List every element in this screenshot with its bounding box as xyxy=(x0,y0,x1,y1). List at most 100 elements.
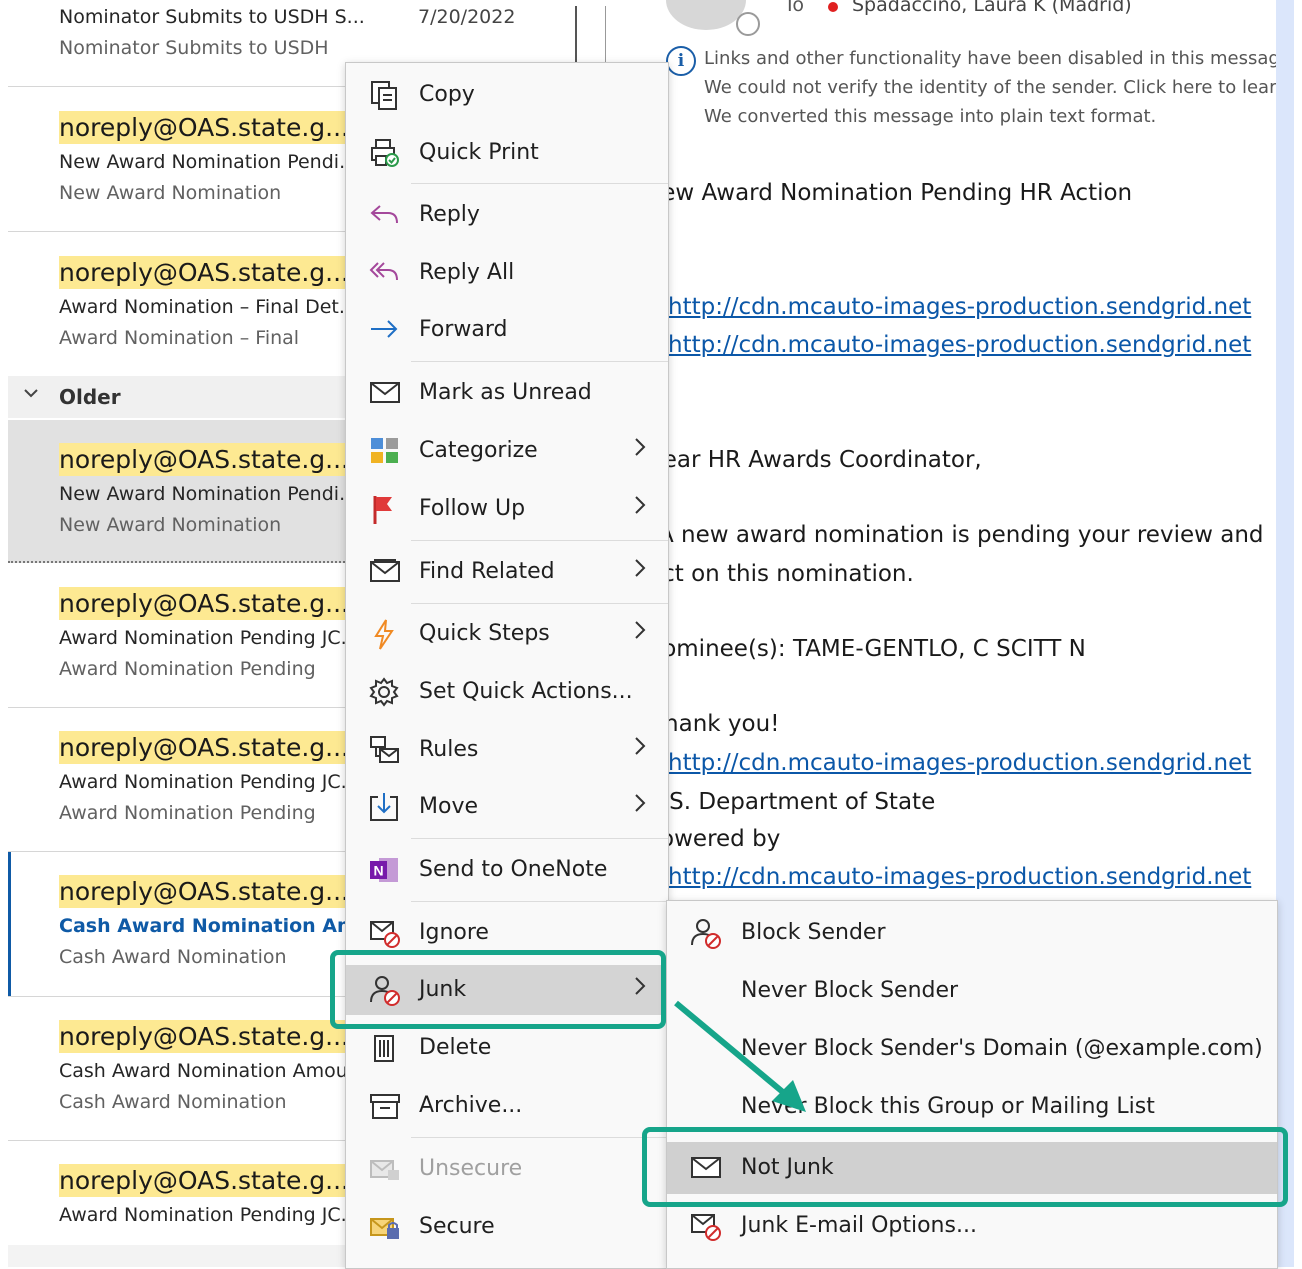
menu-item-label: Categorize xyxy=(419,438,538,463)
menu-item-unsecure: Unsecure xyxy=(346,1144,668,1194)
message-link[interactable]: http://cdn.mcauto-images-production.send… xyxy=(668,750,1251,776)
message-item[interactable]: noreply@OAS.state.g... Cash Award Nomina… xyxy=(0,998,350,1140)
message-sender: noreply@OAS.state.g... xyxy=(59,111,350,144)
message-item[interactable]: noreply@OAS.state.g... Award Nomination … xyxy=(0,1142,345,1245)
chevron-right-icon xyxy=(634,436,646,464)
body-text: act on this nomination. xyxy=(648,561,914,587)
message-preview: Award Nomination Pending xyxy=(59,802,316,824)
submenu-item-label: Never Block this Group or Mailing List xyxy=(741,1094,1155,1119)
message-date: 7/20/2022 xyxy=(418,6,516,28)
envelope-icon xyxy=(368,377,402,409)
menu-item-copy[interactable]: Copy xyxy=(346,70,668,120)
menu-item-label: Reply xyxy=(419,202,480,227)
group-header-older[interactable]: Older xyxy=(8,376,345,418)
trash-icon xyxy=(368,1032,402,1064)
menu-item-label: Secure xyxy=(419,1214,495,1239)
message-sender: noreply@OAS.state.g... xyxy=(59,731,350,764)
menu-separator xyxy=(411,1137,668,1138)
reply-icon xyxy=(368,199,402,231)
info-line[interactable]: We could not verify the identity of the … xyxy=(704,77,1280,98)
submenu-item-never-block-group[interactable]: Never Block this Group or Mailing List xyxy=(667,1081,1277,1133)
message-item[interactable]: noreply@OAS.state.g... Award Nomination … xyxy=(0,565,350,707)
menu-item-find-related[interactable]: Find Related xyxy=(346,547,668,597)
menu-item-label: Archive... xyxy=(419,1093,523,1118)
menu-item-quick-steps[interactable]: Quick Steps xyxy=(346,609,668,659)
message-link[interactable]: http://cdn.mcauto-images-production.send… xyxy=(668,864,1251,890)
context-menu: Copy Quick Print Reply Reply All Forward… xyxy=(345,62,669,1269)
menu-item-label: Quick Print xyxy=(419,140,539,165)
menu-item-delete[interactable]: Delete xyxy=(346,1023,668,1073)
message-item[interactable]: noreply@OAS.state.g... New Award Nominat… xyxy=(0,420,350,561)
message-sender: noreply@OAS.state.g... xyxy=(59,1020,350,1053)
menu-item-secure[interactable]: Secure xyxy=(346,1202,668,1252)
highlight-box-not-junk xyxy=(642,1127,1288,1207)
message-item[interactable]: noreply@OAS.state.g... New Award Nominat… xyxy=(0,88,350,230)
menu-item-forward[interactable]: Forward xyxy=(346,305,668,355)
submenu-item-block-sender[interactable]: Block Sender xyxy=(667,907,1277,959)
menu-item-quick-print[interactable]: Quick Print xyxy=(346,128,668,178)
menu-item-label: Mark as Unread xyxy=(419,380,592,405)
message-sender: Nominator Submits to USDH S... xyxy=(59,6,365,28)
menu-item-set-quick-actions[interactable]: Set Quick Actions... xyxy=(346,667,668,717)
department-text: U.S. Department of State xyxy=(645,789,936,815)
unsecure-icon xyxy=(368,1153,402,1185)
menu-item-send-to-onenote[interactable]: N Send to OneNote xyxy=(346,845,668,895)
block-sender-icon xyxy=(689,917,723,949)
message-sender: noreply@OAS.state.g... xyxy=(59,587,350,620)
message-preview: New Award Nomination xyxy=(59,182,282,204)
divider xyxy=(8,996,345,997)
menu-item-reply[interactable]: Reply xyxy=(346,190,668,240)
quick-print-icon xyxy=(368,137,402,169)
chevron-right-icon xyxy=(634,619,646,647)
group-label: Older xyxy=(59,385,121,409)
submenu-item-label: Block Sender xyxy=(741,920,886,945)
submenu-item-label: Never Block Sender xyxy=(741,978,959,1003)
menu-item-label: Unsecure xyxy=(419,1156,523,1181)
message-link[interactable]: http://cdn.mcauto-images-production.send… xyxy=(668,332,1251,358)
message-sender: noreply@OAS.state.g... xyxy=(59,443,350,476)
menu-item-reply-all[interactable]: Reply All xyxy=(346,248,668,298)
message-preview: Nominator Submits to USDH xyxy=(59,37,329,59)
column-divider xyxy=(575,6,577,66)
message-item[interactable]: noreply@OAS.state.g... Cash Award Nomina… xyxy=(0,853,350,995)
ignore-icon xyxy=(368,917,402,949)
divider xyxy=(8,231,345,232)
menu-item-move[interactable]: Move xyxy=(346,782,668,832)
menu-item-follow-up[interactable]: Follow Up xyxy=(346,484,668,534)
submenu-item-never-block-domain[interactable]: Never Block Sender's Domain (@example.co… xyxy=(667,1023,1277,1075)
forward-icon xyxy=(368,314,402,346)
message-preview: Award Nomination – Final xyxy=(59,327,300,349)
menu-item-label: Quick Steps xyxy=(419,621,550,646)
recipient-name[interactable]: Spadaccino, Laura K (Madrid) xyxy=(852,0,1132,16)
message-link[interactable]: http://cdn.mcauto-images-production.send… xyxy=(668,294,1251,320)
menu-item-mark-unread[interactable]: Mark as Unread xyxy=(346,368,668,418)
chevron-down-icon[interactable] xyxy=(22,384,40,407)
rules-icon xyxy=(368,734,402,766)
menu-item-categorize[interactable]: Categorize xyxy=(346,426,668,476)
menu-item-label: Move xyxy=(419,794,478,819)
menu-item-rules[interactable]: Rules xyxy=(346,725,668,775)
message-sender: noreply@OAS.state.g... xyxy=(59,1164,345,1197)
archive-icon xyxy=(368,1090,402,1122)
junk-submenu: Block Sender Never Block Sender Never Bl… xyxy=(666,900,1278,1269)
submenu-item-label: Never Block Sender's Domain (@example.co… xyxy=(741,1036,1263,1061)
menu-item-archive[interactable]: Archive... xyxy=(346,1081,668,1131)
info-icon: i xyxy=(666,46,696,76)
submenu-item-never-block-sender[interactable]: Never Block Sender xyxy=(667,965,1277,1017)
message-item[interactable]: Nominator Submits to USDH S... 7/20/2022… xyxy=(0,0,515,85)
submenu-item-junk-email-options[interactable]: Junk E-mail Options... xyxy=(667,1200,1277,1252)
info-line[interactable]: Links and other functionality have been … xyxy=(704,48,1280,69)
message-item[interactable]: noreply@OAS.state.g... Award Nomination … xyxy=(0,233,350,375)
column-divider xyxy=(605,6,606,66)
divider xyxy=(8,707,345,708)
move-icon xyxy=(368,791,402,823)
menu-item-label: Follow Up xyxy=(419,496,526,521)
message-item[interactable]: noreply@OAS.state.g... Award Nomination … xyxy=(0,709,350,851)
message-title: New Award Nomination Pending HR Action xyxy=(644,180,1133,206)
avatar xyxy=(666,0,746,30)
list-footer xyxy=(8,1245,345,1267)
scrollbar[interactable] xyxy=(1276,0,1294,1267)
divider xyxy=(8,1140,345,1141)
message-subject: New Award Nomination Pendi... xyxy=(59,483,345,505)
categorize-icon xyxy=(368,435,402,467)
